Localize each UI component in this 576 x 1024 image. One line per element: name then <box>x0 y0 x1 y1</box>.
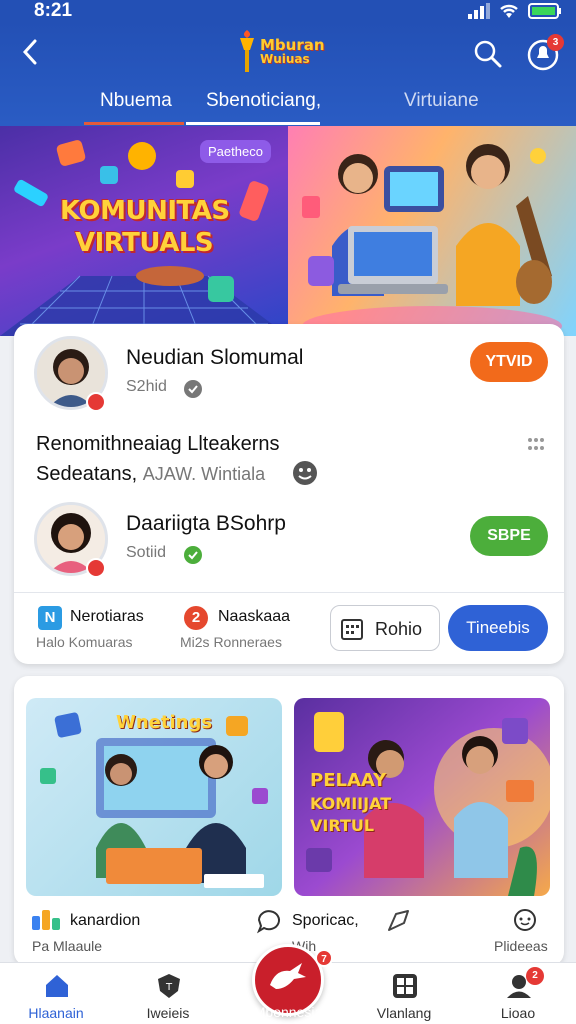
stat2-label[interactable]: Naaskaaa <box>218 608 290 626</box>
user2-status-badge <box>86 558 106 578</box>
action3-sub: Plideeas <box>494 938 548 954</box>
status-time: 8:21 <box>34 0 73 21</box>
rohio-button[interactable]: Rohio <box>330 605 440 651</box>
emoji-icon[interactable] <box>292 460 318 486</box>
chevron-left-icon <box>22 39 37 65</box>
hero-title-line1: KOMUNITAS <box>60 196 230 226</box>
nav-profile-label: Lioao <box>500 1005 536 1021</box>
thumbnail-right-title-line1: PELAAY <box>310 770 387 791</box>
thumbnail-left-title: Wnetings <box>116 712 213 733</box>
post-text: Renomithneaiag Llteakerns Sedeatans, AJA… <box>36 429 280 489</box>
action1-sub: Pa Mlaaule <box>32 938 103 954</box>
user2-name[interactable]: Daariigta BSohrp <box>126 512 286 536</box>
user2-follow-pill[interactable]: SBPE <box>470 516 548 556</box>
action1-label[interactable]: kanardion <box>70 912 140 930</box>
logo-line1: Mburan <box>260 36 325 54</box>
center-action-label: Mbonnesia <box>253 1004 323 1020</box>
tab-sbenoticiang[interactable]: Sbenoticiang, <box>206 90 321 112</box>
app-grid-icon <box>32 910 60 930</box>
notifications-button[interactable]: 3 <box>525 34 564 72</box>
battery-icon <box>528 3 561 19</box>
notification-badge: 3 <box>547 34 564 51</box>
post-line2-muted: AJAW. Wintiala <box>142 464 266 484</box>
thumbnail-right[interactable]: PELAAY KOMIIJAT VIRTUL <box>294 698 550 896</box>
status-icons <box>468 3 562 19</box>
feed-card: Neudian Slomumal S2hid YTVID Renomithnea… <box>14 324 564 664</box>
back-button[interactable] <box>14 36 46 68</box>
svg-text:T: T <box>165 982 173 993</box>
tab-underline-secondary <box>186 122 320 125</box>
search-button[interactable] <box>472 38 504 70</box>
user1-verified-icon <box>184 380 202 398</box>
tab-nbuema[interactable]: Nbuema <box>100 90 172 112</box>
nav-vlanlang[interactable]: Vlanlang <box>354 963 454 1024</box>
stat1-sub: Halo Komuaras <box>36 634 133 650</box>
hero-badge: Paetheco <box>200 140 271 163</box>
app-logo: Mburan Wuiuas <box>236 30 325 74</box>
stat2-sub: Mi2s Ronneraes <box>180 634 282 650</box>
stat2-icon: 2 <box>184 606 208 630</box>
shield-icon: T <box>158 974 180 998</box>
torch-icon <box>240 30 254 72</box>
calendar-icon <box>341 619 363 640</box>
rohio-label: Rohio <box>375 619 423 639</box>
thumbnail-left[interactable]: Wnetings <box>26 698 282 896</box>
user2-handle: Sotiid <box>126 544 167 561</box>
user2-verified-icon <box>184 546 202 564</box>
share-icon[interactable] <box>386 908 412 934</box>
wifi-icon <box>500 4 518 18</box>
home-icon <box>46 975 68 997</box>
stat1-label[interactable]: Nerotiaras <box>70 608 144 626</box>
grid-card: Wnetings PELAAY KOMIIJAT VIRTUL kanardio… <box>14 676 564 966</box>
nav-home[interactable]: Hlaanain <box>6 963 106 1024</box>
hero-banner[interactable]: Paetheco KOMUNITAS VIRTUALS <box>0 126 576 336</box>
logo-line2: Wuiuas <box>260 52 310 66</box>
comment-icon[interactable] <box>512 908 538 934</box>
center-badge: 7 <box>315 949 333 967</box>
nav-vlanlang-label: Vlanlang <box>376 1005 432 1021</box>
search-icon <box>474 40 502 68</box>
thumbnail-right-title-line3: VIRTUL <box>310 816 375 835</box>
drag-handle-icon[interactable] <box>526 436 546 452</box>
hero-title-line2: VIRTUALS <box>75 228 214 258</box>
user1-follow-pill[interactable]: YTVID <box>470 342 548 382</box>
signal-icon <box>468 3 490 19</box>
app-header: Mburan Wuiuas 3 Nbuema Sbenoticiang, Vir… <box>0 22 576 126</box>
action2-label[interactable]: Sporicac, <box>292 912 359 930</box>
nav-iweieis-label: Iweieis <box>146 1005 190 1021</box>
post-line1: Renomithneaiag Llteakerns <box>36 433 280 455</box>
card-divider <box>14 592 564 593</box>
thumbnail-right-title-line2: KOMIIJAT <box>310 794 392 813</box>
post-line2: Sedeatans, AJAW. Wintiala <box>36 459 280 489</box>
tab-bar: Nbuema Sbenoticiang, Virtuiane <box>0 82 576 126</box>
dragon-icon <box>270 963 306 989</box>
nav-profile-badge: 2 <box>526 967 544 985</box>
user1-status-badge <box>86 392 106 412</box>
chat-icon[interactable] <box>256 908 282 934</box>
user1-name[interactable]: Neudian Slomumal <box>126 346 303 370</box>
hero-friends-illustration <box>302 144 562 336</box>
tab-active-underline <box>84 122 184 125</box>
nav-profile[interactable]: 2 Lioao <box>468 963 568 1024</box>
hero-left-banner[interactable]: Paetheco KOMUNITAS VIRTUALS <box>0 126 288 336</box>
status-bar: 8:21 <box>0 0 576 22</box>
user1-handle: S2hid <box>126 378 167 395</box>
stat1-icon: N <box>38 606 62 630</box>
post-line2-main: Sedeatans, <box>36 463 138 485</box>
grid-icon <box>393 974 417 998</box>
nav-home-label: Hlaanain <box>28 1005 84 1021</box>
hero-right-banner[interactable] <box>288 126 576 336</box>
tab-virtuiane[interactable]: Virtuiane <box>404 90 479 112</box>
tineebis-button[interactable]: Tineebis <box>448 605 548 651</box>
nav-iweieis[interactable]: T Iweieis <box>118 963 218 1024</box>
